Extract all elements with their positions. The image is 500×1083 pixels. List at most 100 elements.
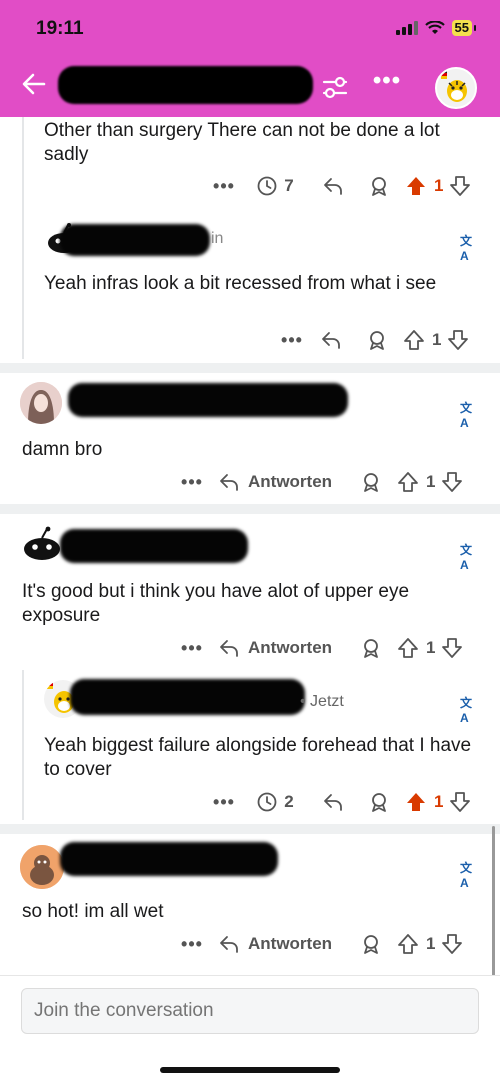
comment-text: Other than surgery There can not be done… [44,120,440,165]
status-icons: 55 [395,20,477,36]
translate-icon[interactable]: 文A [460,232,478,263]
more-options-button[interactable]: ••• [176,934,208,955]
upvote-button[interactable] [402,791,430,813]
clock-icon [257,792,277,812]
comment-actions: ••• Antworten 1 [176,637,465,659]
awards-count[interactable]: 2 [240,791,310,813]
back-arrow-icon[interactable] [20,70,48,98]
comment-time: • Jetzt [300,693,344,710]
upvote-icon [407,177,425,195]
comment-separator [0,363,500,373]
comment-text: damn bro [22,439,103,460]
more-options-button[interactable]: ••• [176,638,208,659]
award-icon [364,639,378,658]
comment-actions: ••• Antworten 1 [176,471,465,493]
translate-icon[interactable]: 文A [460,859,478,890]
upvote-button[interactable] [402,175,430,197]
downvote-icon [450,176,471,196]
more-options-button[interactable]: ••• [208,176,240,197]
award-icon [372,793,386,812]
comment-text: It's good but i think you have alot of u… [22,581,410,626]
downvote-button[interactable] [447,175,473,197]
downvote-icon [442,934,463,954]
upvote-icon [404,330,424,350]
redacted-username [68,383,348,417]
more-icon[interactable]: ••• [372,69,402,102]
redacted-username [60,224,210,256]
reply-icon [324,794,342,811]
reply-button[interactable]: Antworten [208,934,348,954]
downvote-button[interactable] [447,791,473,813]
reply-icon [220,936,238,953]
thread-line [22,117,24,359]
avatar[interactable] [20,845,64,889]
reply-icon [220,640,238,657]
vote-count: 1 [426,638,436,657]
awards-number: 2 [284,792,294,811]
award-button[interactable] [348,471,394,493]
downvote-button[interactable] [439,471,465,493]
vote-count: 1 [434,176,444,195]
comment-input[interactable] [21,988,479,1034]
downvote-icon [450,792,471,812]
upvote-button[interactable] [394,471,422,493]
awards-count[interactable]: 7 [240,175,310,197]
comment-text: Yeah infras look a bit recessed from wha… [44,273,437,294]
award-icon [372,177,386,196]
awards-number: 7 [284,176,294,195]
downvote-button[interactable] [439,637,465,659]
award-button[interactable] [356,175,402,197]
downvote-button[interactable] [439,933,465,955]
clock-icon [257,176,277,196]
more-options-button[interactable]: ••• [176,472,208,493]
vote-count: 1 [434,792,444,811]
reply-label: Antworten [248,472,333,491]
award-button[interactable] [356,791,402,813]
upvote-button[interactable] [394,933,422,955]
translate-icon[interactable]: 文A [460,541,478,572]
reply-button[interactable]: Antworten [208,638,348,658]
user-avatar[interactable] [435,67,477,109]
reply-button[interactable] [310,792,356,812]
app-header: 19:11 55 ••• [0,0,500,117]
award-button[interactable] [348,933,394,955]
reply-label: Antworten [248,638,333,657]
award-icon [370,331,384,350]
more-options-button[interactable]: ••• [276,330,308,351]
reply-button[interactable]: Antworten [208,472,348,492]
downvote-button[interactable] [445,329,471,351]
redacted-username [60,529,248,563]
comment-actions: ••• 1 [276,329,471,351]
scrollbar[interactable] [492,826,495,976]
reply-button[interactable] [310,176,356,196]
vote-count: 1 [426,934,436,953]
translate-icon[interactable]: 文A [460,694,478,725]
comment-separator [0,504,500,514]
redacted-post-title [58,66,313,104]
battery-indicator: 55 [451,20,477,36]
comment-text: Yeah biggest failure alongside forehead … [44,735,472,780]
avatar[interactable] [20,523,64,563]
status-time: 19:11 [36,18,84,39]
signal-icon [395,21,418,35]
avatar[interactable] [20,382,62,424]
snoo-avatar-icon [20,845,64,889]
more-options-button[interactable]: ••• [208,792,240,813]
reply-icon [220,474,238,491]
reply-icon [322,332,340,349]
reply-icon [324,178,342,195]
downvote-icon [442,472,463,492]
upvote-button[interactable] [400,329,428,351]
filter-icon[interactable] [320,72,350,102]
comment-actions: ••• 7 1 [208,175,473,197]
comment-separator [0,824,500,834]
award-button[interactable] [354,329,400,351]
reply-button[interactable] [308,330,354,350]
wifi-icon [424,21,445,34]
award-button[interactable] [348,637,394,659]
upvote-button[interactable] [394,637,422,659]
upvote-icon [398,472,418,492]
translate-icon[interactable]: 文A [460,399,478,430]
comment-text: so hot! im all wet [22,901,164,922]
award-icon [364,473,378,492]
